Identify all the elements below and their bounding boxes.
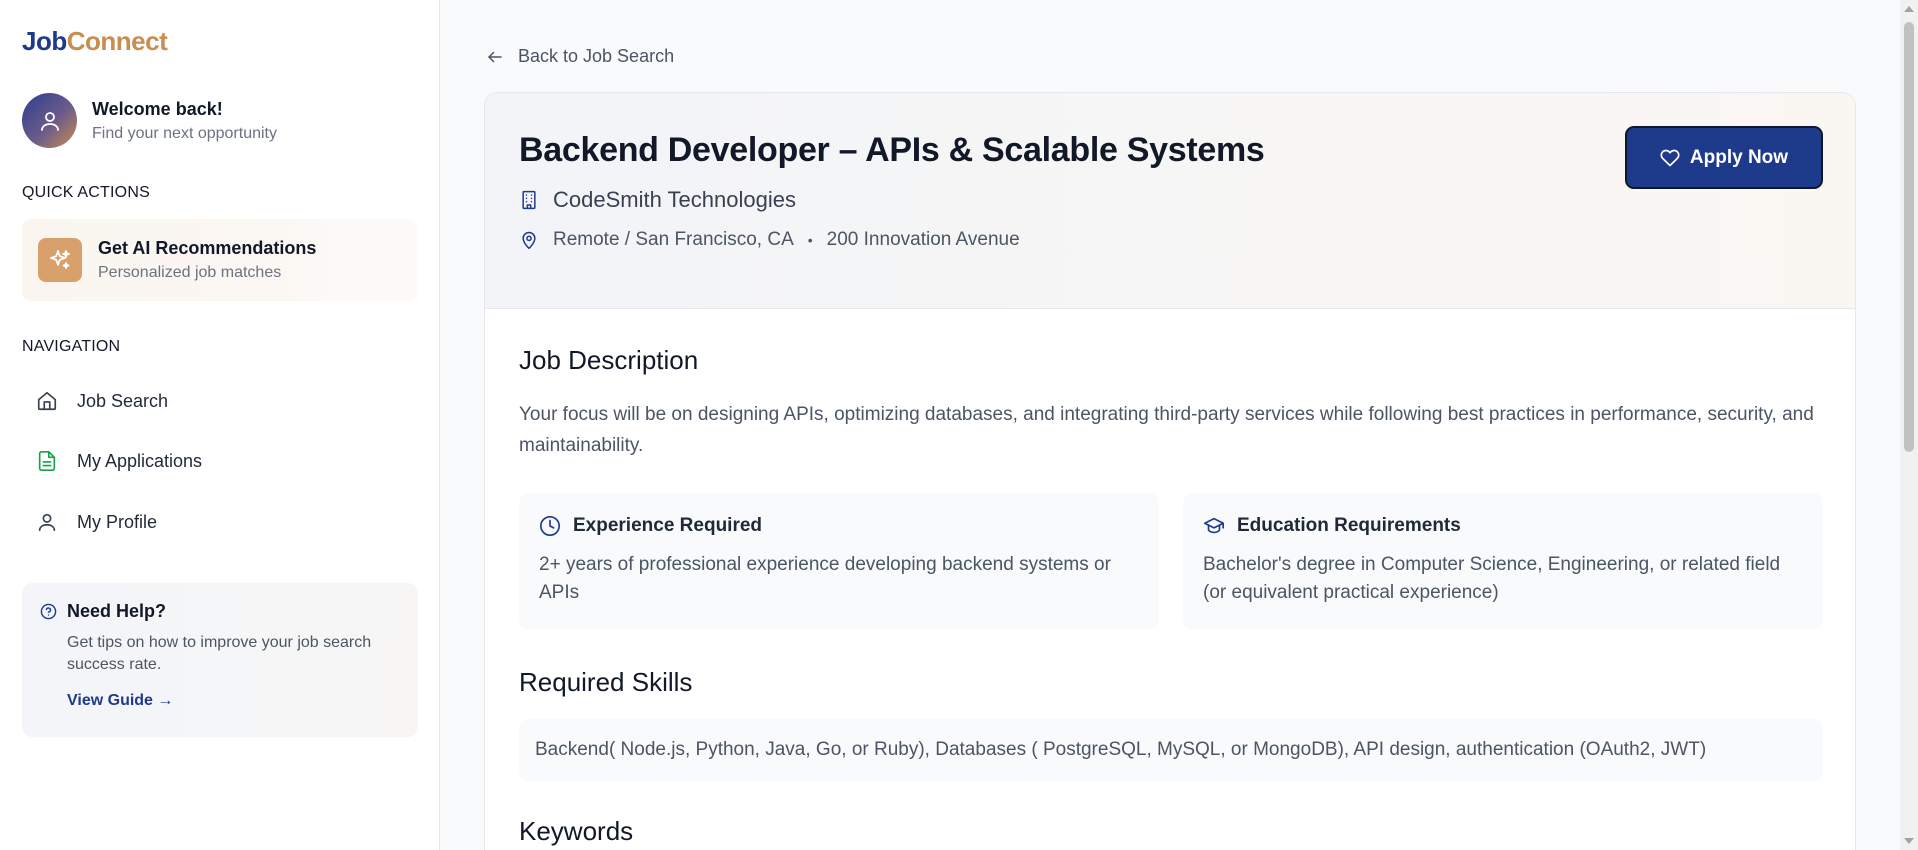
clock-icon	[540, 516, 560, 536]
back-to-job-search-link[interactable]: Back to Job Search	[486, 46, 674, 67]
sidebar-item-label: Job Search	[77, 390, 169, 411]
arrow-left-icon	[488, 51, 502, 62]
education-box: Education Requirements Bachelor's degree…	[1183, 493, 1823, 630]
logo-part-job: Job	[22, 26, 67, 56]
keywords-heading: Keywords	[519, 816, 634, 846]
heart-icon	[1660, 149, 1680, 166]
graduation-cap-icon	[1204, 517, 1224, 534]
scroll-down-arrow-icon[interactable]	[1904, 838, 1914, 844]
apply-now-button[interactable]: Apply Now	[1625, 126, 1823, 189]
navigation-label: NAVIGATION	[22, 338, 121, 355]
job-title: Backend Developer – APIs & Scalable Syst…	[519, 131, 1265, 169]
education-text: Bachelor's degree in Computer Science, E…	[1203, 554, 1781, 603]
help-circle-icon	[40, 603, 57, 620]
separator-dot: •	[807, 232, 813, 248]
help-text: Get tips on how to improve your job sear…	[67, 634, 372, 673]
sidebar-item-job-search[interactable]: Job Search	[36, 390, 168, 412]
avatar[interactable]	[22, 93, 77, 148]
welcome-title: Welcome back!	[92, 98, 223, 119]
company-row: CodeSmith Technologies	[519, 187, 796, 213]
app-logo[interactable]: JobConnect	[22, 26, 168, 57]
scroll-thumb[interactable]	[1904, 22, 1914, 452]
user-icon	[38, 513, 56, 532]
back-link-label: Back to Job Search	[518, 46, 675, 66]
ai-card-title: Get AI Recommendations	[98, 238, 317, 258]
scroll-up-arrow-icon[interactable]	[1904, 6, 1914, 12]
map-pin-icon	[522, 231, 536, 250]
sparkles-icon	[38, 238, 82, 282]
welcome-block: Welcome back! Find your next opportunity	[22, 93, 277, 148]
logo-part-connect: Connect	[66, 26, 168, 56]
job-detail-card: Backend Developer – APIs & Scalable Syst…	[484, 92, 1856, 850]
experience-text: 2+ years of professional experience deve…	[539, 554, 1111, 603]
view-guide-link[interactable]: View Guide →	[67, 692, 173, 710]
sidebar-item-label: My Applications	[77, 450, 203, 471]
ai-card-subtitle: Personalized job matches	[98, 264, 282, 281]
required-skills-heading: Required Skills	[519, 667, 693, 697]
job-header: Backend Developer – APIs & Scalable Syst…	[485, 93, 1855, 309]
help-title: Need Help?	[67, 601, 167, 621]
welcome-subtitle: Find your next opportunity	[92, 124, 277, 142]
ai-recommendations-button[interactable]: Get AI Recommendations Personalized job …	[22, 219, 418, 301]
sidebar-item-my-applications[interactable]: My Applications	[36, 450, 202, 472]
job-address: 200 Innovation Avenue	[826, 229, 1020, 250]
location-row: Remote / San Francisco, CA • 200 Innovat…	[519, 229, 1020, 251]
job-location: Remote / San Francisco, CA	[553, 229, 794, 250]
job-description-heading: Job Description	[519, 345, 699, 375]
sidebar-item-my-profile[interactable]: My Profile	[36, 511, 157, 533]
page-scrollbar[interactable]	[1900, 0, 1918, 850]
document-icon	[38, 451, 56, 471]
education-title: Education Requirements	[1237, 515, 1461, 536]
apply-now-label: Apply Now	[1689, 146, 1789, 168]
company-name: CodeSmith Technologies	[553, 187, 796, 212]
experience-title: Experience Required	[573, 515, 763, 536]
required-skills-text: Backend( Node.js, Python, Java, Go, or R…	[519, 719, 1823, 781]
help-card: Need Help? Get tips on how to improve yo…	[22, 583, 418, 737]
sidebar: JobConnect Welcome back! Find your next …	[0, 0, 440, 850]
building-icon	[522, 190, 536, 210]
quick-actions-label: QUICK ACTIONS	[22, 184, 150, 201]
job-description-text: Your focus will be on designing APIs, op…	[519, 404, 1814, 456]
home-icon	[37, 391, 57, 411]
experience-box: Experience Required 2+ years of professi…	[519, 493, 1159, 630]
user-icon	[40, 111, 59, 131]
sidebar-item-label: My Profile	[77, 511, 158, 532]
